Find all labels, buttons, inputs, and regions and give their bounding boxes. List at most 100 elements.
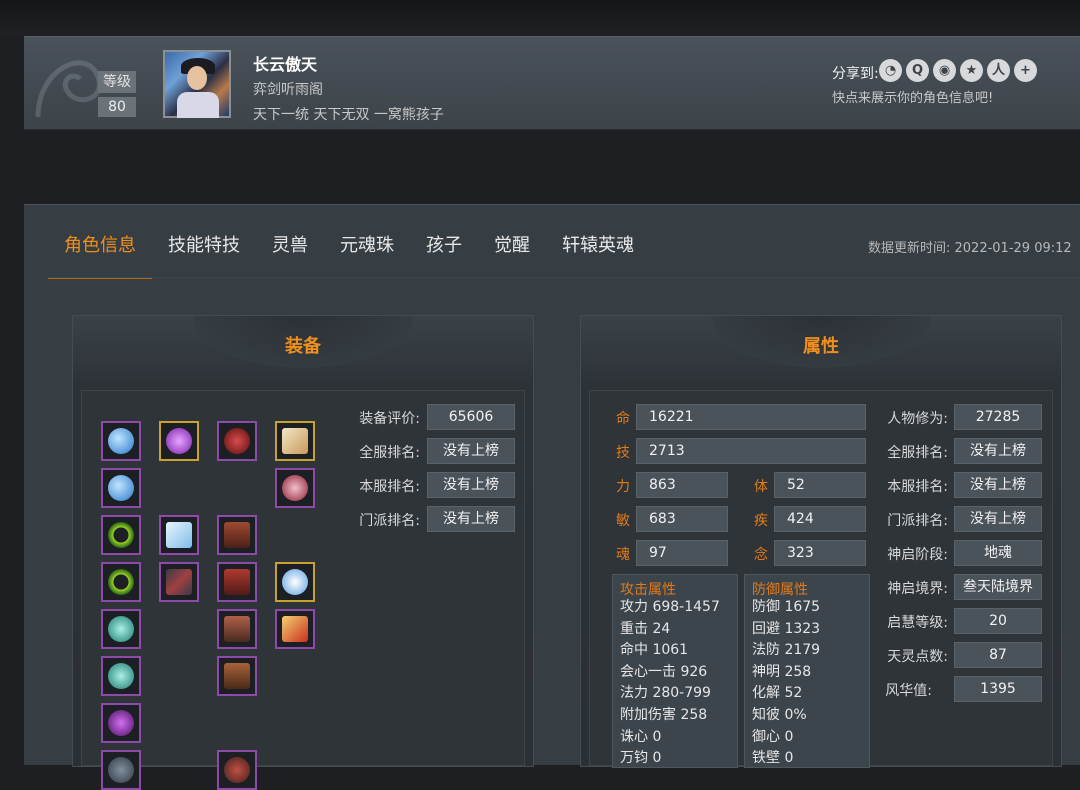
defense-attributes-panel: 防御属性 防御 1675 回避 1323 法防 2179 神明 258 化解 5… [744,574,870,768]
equip-slot[interactable] [217,609,257,649]
attr-agility-value: 683 [636,506,728,532]
fenghua-value: 1395 [954,676,1042,702]
equipment-title: 装备 [285,336,321,357]
cultivation-value: 27285 [954,404,1042,430]
equip-slot[interactable] [101,421,141,461]
tab-children[interactable]: 孩子 [410,233,478,277]
equip-slot[interactable] [101,609,141,649]
attribute-panel: 属性 命 16221 技 2713 力 863 体 52 敏 683 疾 424… [580,315,1062,768]
attribute-inner: 命 16221 技 2713 力 863 体 52 敏 683 疾 424 魂 … [589,390,1053,768]
equip-slot[interactable] [217,750,257,790]
character-guild: 弈剑听雨阁 [253,82,323,98]
tab-spirit-beast[interactable]: 灵兽 [256,233,324,277]
attr-right-label: 本服排名: [887,479,948,495]
attr-label: 魂 [616,547,630,563]
cultivation-server-rank-value: 没有上榜 [954,438,1042,464]
tab-awakening[interactable]: 觉醒 [478,233,546,277]
attack-attributes-panel: 攻击属性 攻力 698-1457 重击 24 命中 1061 会心一击 926 … [612,574,738,768]
attr-right-label: 神启阶段: [887,547,948,563]
renren-icon[interactable]: 人 [987,59,1010,82]
attr-label: 敏 [616,513,630,529]
shenqi-stage-value: 地魂 [954,540,1042,566]
character-header: 等级 80 长云傲天 弈剑听雨阁 天下一统 天下无双 一窝熊孩子 分享到: ◔ … [24,36,1080,130]
equip-slot[interactable] [217,515,257,555]
attr-right-label: 人物修为: [887,411,948,427]
qihui-level-value: 20 [954,608,1042,634]
equip-slot[interactable] [101,515,141,555]
attack-attr-row: 万钧 0 [620,750,662,767]
defense-attr-row: 回避 1323 [752,620,821,637]
attack-attr-row: 会心一击 926 [620,663,708,680]
equip-slot[interactable] [275,609,315,649]
attr-hp-value: 16221 [636,404,866,430]
attribute-title: 属性 [803,336,839,357]
equip-slot[interactable] [217,656,257,696]
attack-attr-row: 附加伤害 258 [620,706,708,723]
attr-constitution-value: 52 [774,472,866,498]
equipment-panel: 装备 装备评价: 65606 全服排名: 没有上榜 本服排名: 没有上榜 门派排… [72,315,534,790]
equip-slot[interactable] [275,421,315,461]
attack-attr-row: 法力 280-799 [620,685,711,702]
attr-right-label: 启慧等级: [887,615,948,631]
defense-attributes-title: 防御属性 [752,582,808,598]
equip-stat-label: 全服排名: [359,445,420,461]
defense-attr-row: 知彼 0% [752,706,807,723]
equip-stat-label: 门派排名: [359,513,420,529]
attr-right-label: 风华值: [885,683,932,699]
defense-attr-row: 化解 52 [752,685,803,702]
defense-attr-row: 铁壁 0 [752,750,794,767]
tab-soul-orb[interactable]: 元魂珠 [324,233,410,277]
defense-attr-row: 防御 1675 [752,599,821,615]
level-value: 80 [98,97,136,117]
more-icon[interactable]: + [1014,59,1037,82]
equip-slot[interactable] [101,562,141,602]
top-shade [0,0,1080,36]
attr-strength-value: 863 [636,472,728,498]
equip-slot[interactable] [101,703,141,743]
equip-slot[interactable] [101,468,141,508]
equip-slot[interactable] [101,656,141,696]
tab-character-info[interactable]: 角色信息 [48,233,152,279]
cultivation-local-rank-value: 没有上榜 [954,472,1042,498]
equip-score-value: 65606 [427,404,515,430]
update-time: 数据更新时间: 2022-01-29 09:12 [868,241,1072,256]
attr-label: 命 [616,411,630,427]
equip-stat-label: 装备评价: [359,411,420,427]
equip-slot[interactable] [159,515,199,555]
main-panel: 角色信息 技能特技 灵兽 元魂珠 孩子 觉醒 轩辕英魂 数据更新时间: 2022… [24,204,1080,790]
equip-slot[interactable] [217,421,257,461]
equip-slot[interactable] [159,562,199,602]
attr-right-label: 神启境界: [887,581,948,597]
attr-label: 疾 [754,513,768,529]
attack-attr-row: 攻力 698-1457 [620,599,720,615]
character-avatar [163,50,231,118]
equip-slot[interactable] [217,562,257,602]
qzone-icon[interactable]: ★ [960,59,983,82]
equip-server-rank-value: 没有上榜 [427,438,515,464]
qq-icon[interactable]: Q [906,59,929,82]
wechat-icon[interactable]: ◔ [879,59,902,82]
attr-right-label: 门派排名: [887,513,948,529]
defense-attr-row: 神明 258 [752,663,812,680]
tab-bar: 角色信息 技能特技 灵兽 元魂珠 孩子 觉醒 轩辕英魂 [48,233,650,279]
defense-attr-row: 御心 0 [752,728,794,745]
equip-sect-rank-value: 没有上榜 [427,506,515,532]
equipment-inner: 装备评价: 65606 全服排名: 没有上榜 本服排名: 没有上榜 门派排名: … [81,390,525,790]
tab-xuanyuan-hero[interactable]: 轩辕英魂 [546,233,650,277]
equip-slot[interactable] [275,468,315,508]
share-icons: ◔ Q ◉ ★ 人 + [879,59,1037,82]
attack-attributes-title: 攻击属性 [620,582,676,598]
tab-skills[interactable]: 技能特技 [152,233,256,277]
equip-slot[interactable] [159,421,199,461]
attack-attr-row: 诛心 0 [620,728,662,745]
attr-skill-value: 2713 [636,438,866,464]
character-motto: 天下一统 天下无双 一窝熊孩子 [253,107,444,123]
attr-right-label: 全服排名: [887,445,948,461]
attack-attr-row: 重击 24 [620,620,671,637]
defense-attr-row: 法防 2179 [752,642,821,659]
weibo-icon[interactable]: ◉ [933,59,956,82]
attr-label: 体 [754,479,768,495]
character-name: 长云傲天 [253,55,318,74]
equip-slot[interactable] [275,562,315,602]
equip-slot[interactable] [101,750,141,790]
